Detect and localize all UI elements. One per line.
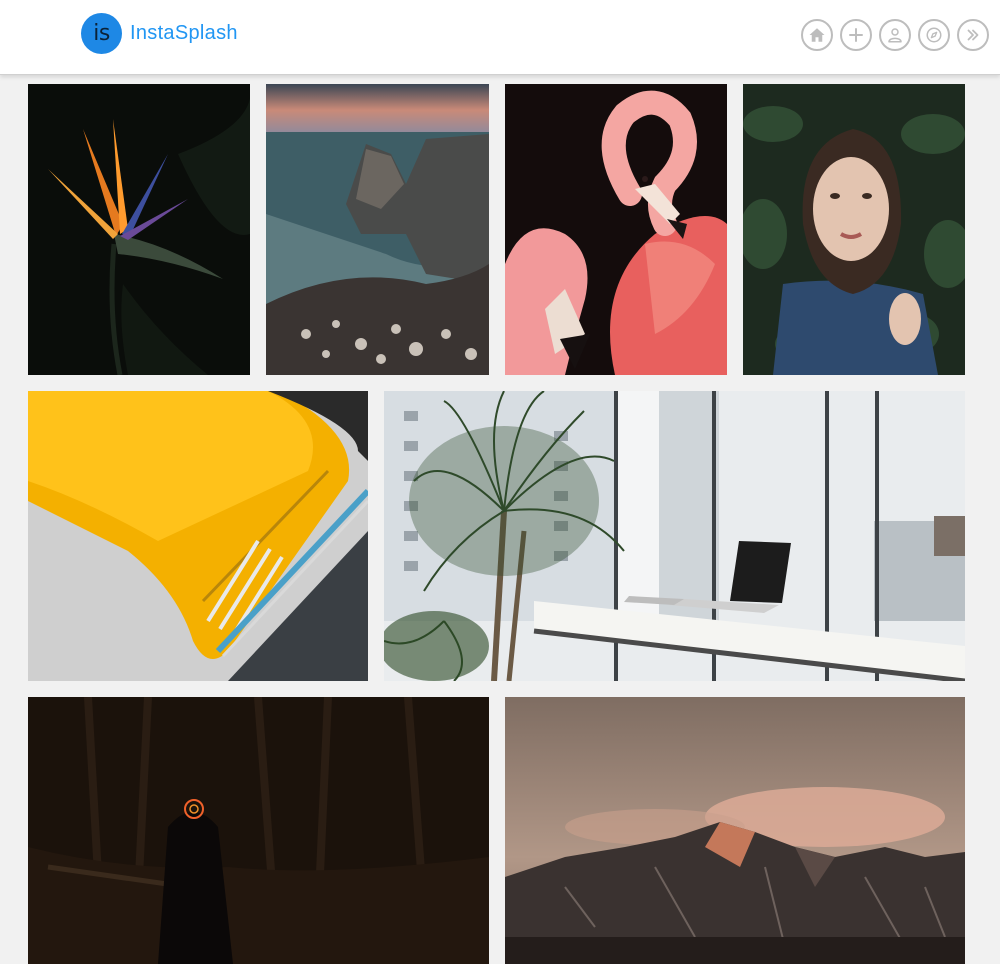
gallery-photo[interactable] [505,84,727,375]
explore-button[interactable] [918,19,950,51]
plus-icon [849,28,863,42]
user-icon [888,28,902,43]
double-chevron-right-icon [967,29,979,41]
bird-of-paradise-image [28,84,250,375]
gallery-photo[interactable] [743,84,965,375]
nav-bar [801,19,989,51]
gallery-photo[interactable] [28,84,250,375]
gallery-photo[interactable] [28,697,489,964]
woman-in-leaves-image [743,84,965,375]
logo-text: InstaSplash [130,22,238,44]
dark-forest-image [28,697,489,964]
profile-button[interactable] [879,19,911,51]
flamingos-image [505,84,727,375]
logo-badge: is [81,13,122,54]
gallery-photo[interactable] [28,391,368,681]
yellow-car-image [28,391,368,681]
logo[interactable]: is InstaSplash [81,13,238,54]
home-button[interactable] [801,19,833,51]
compass-icon [926,27,942,43]
gallery-photo[interactable] [505,697,965,964]
home-icon [809,28,825,42]
office-palm-image [384,391,965,681]
add-button[interactable] [840,19,872,51]
top-header: is InstaSplash [0,0,1000,75]
coastal-cliffs-image [266,84,489,375]
gallery-photo[interactable] [266,84,489,375]
more-button[interactable] [957,19,989,51]
mountain-sunset-image [505,697,965,964]
gallery-photo[interactable] [384,391,965,681]
